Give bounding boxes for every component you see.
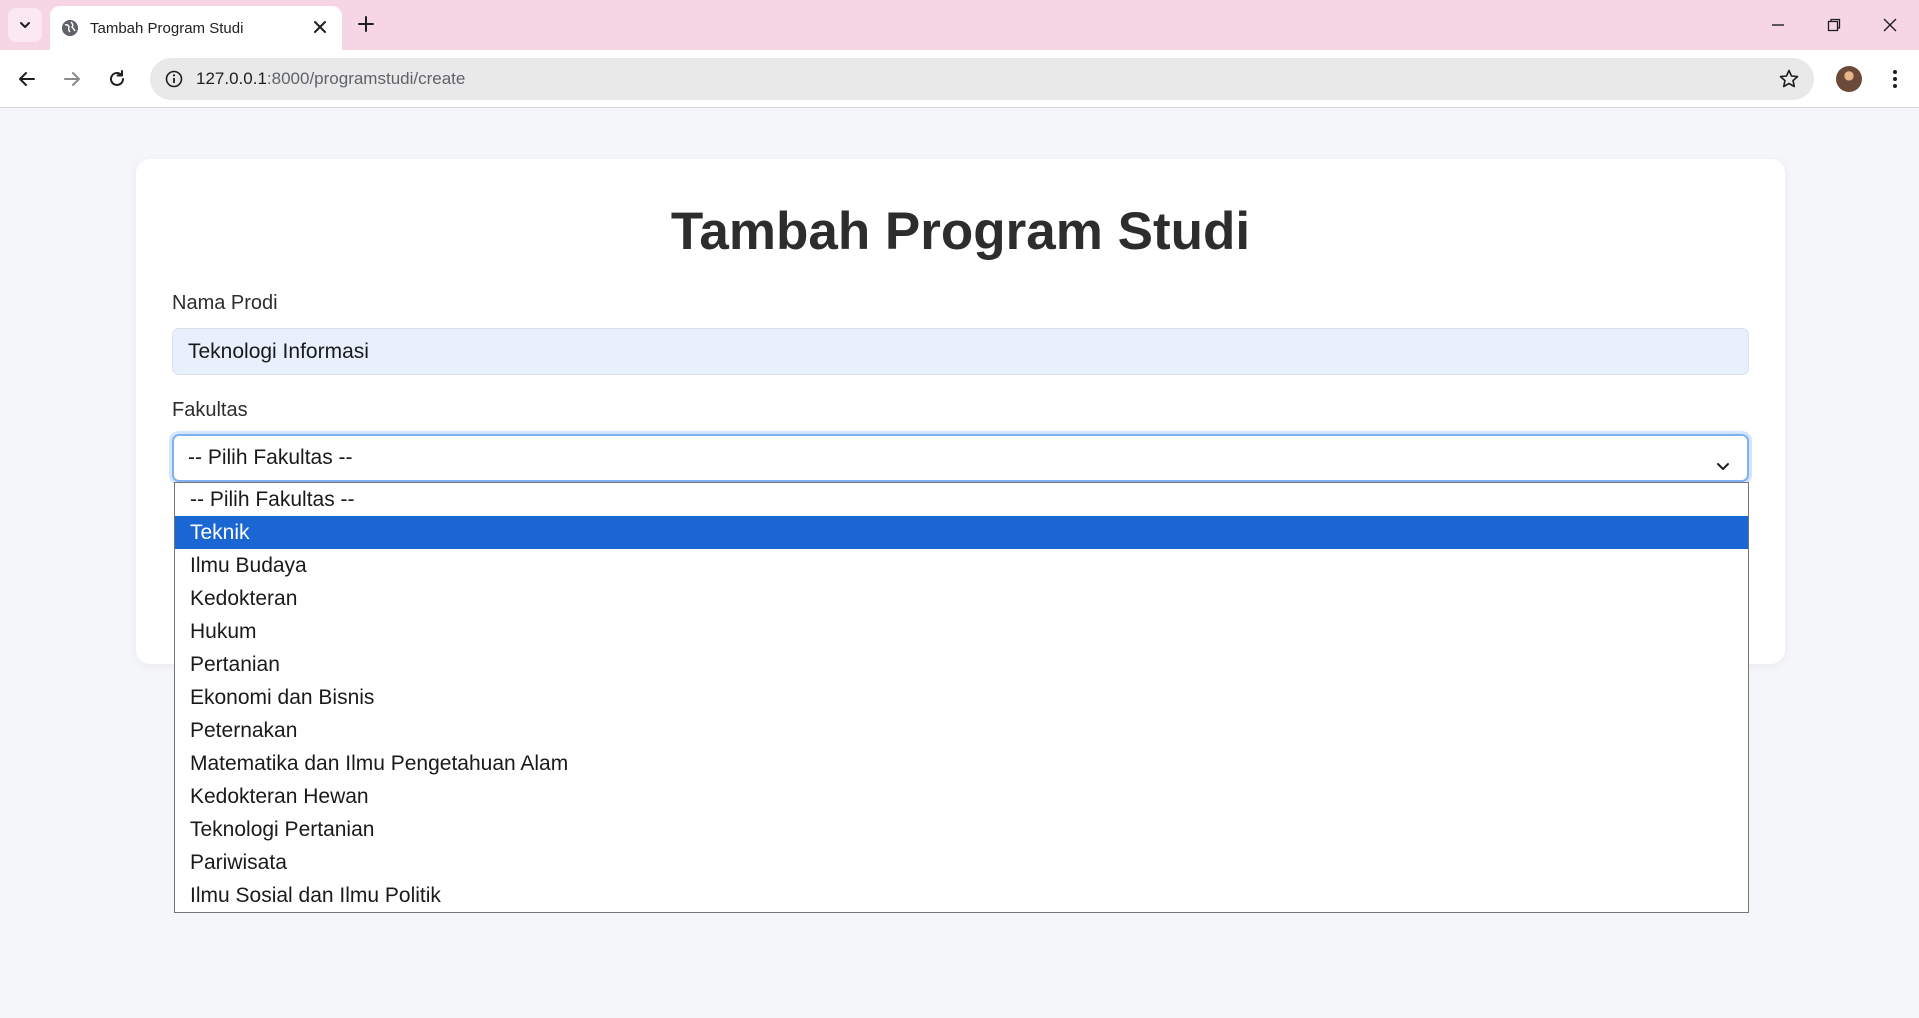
new-tab-button[interactable] <box>352 10 380 38</box>
minimize-button[interactable] <box>1750 0 1806 50</box>
close-icon <box>1883 18 1897 32</box>
url-text: 127.0.0.1:8000/programstudi/create <box>196 69 465 89</box>
dropdown-option[interactable]: Ekonomi dan Bisnis <box>175 681 1748 714</box>
restore-icon <box>1827 18 1841 32</box>
dropdown-option[interactable]: Pertanian <box>175 648 1748 681</box>
minimize-icon <box>1772 24 1784 26</box>
reload-icon <box>110 70 124 86</box>
info-icon[interactable] <box>164 69 184 89</box>
dropdown-option[interactable]: Matematika dan Ilmu Pengetahuan Alam <box>175 747 1748 780</box>
url-path: :8000/programstudi/create <box>266 69 466 88</box>
arrow-left-icon <box>19 72 35 86</box>
chevron-down-icon <box>20 22 30 28</box>
dropdown-option[interactable]: Kedokteran Hewan <box>175 780 1748 813</box>
tab-title: Tambah Program Studi <box>90 19 244 37</box>
restore-button[interactable] <box>1806 0 1862 50</box>
chevron-down-icon <box>1713 448 1733 470</box>
dropdown-option[interactable]: -- Pilih Fakultas -- <box>175 483 1748 516</box>
close-icon[interactable] <box>310 18 330 38</box>
tab-strip: Tambah Program Studi <box>0 0 1919 50</box>
profile-avatar[interactable] <box>1836 66 1862 92</box>
fakultas-select-value: -- Pilih Fakultas -- <box>188 446 353 469</box>
dropdown-option[interactable]: Hukum <box>175 615 1748 648</box>
fakultas-label: Fakultas <box>172 399 248 421</box>
nama-prodi-label: Nama Prodi <box>172 292 278 314</box>
dropdown-option[interactable]: Ilmu Sosial dan Ilmu Politik <box>175 879 1748 912</box>
back-button[interactable] <box>9 61 45 97</box>
reload-button[interactable] <box>99 61 135 97</box>
dropdown-option[interactable]: Teknik <box>175 516 1748 549</box>
close-window-button[interactable] <box>1862 0 1918 50</box>
dropdown-option[interactable]: Ilmu Budaya <box>175 549 1748 582</box>
star-icon[interactable] <box>1778 68 1800 90</box>
kebab-icon[interactable] <box>1880 64 1910 94</box>
dropdown-option[interactable]: Peternakan <box>175 714 1748 747</box>
url-host: 127.0.0.1 <box>196 69 267 88</box>
dropdown-option[interactable]: Teknologi Pertanian <box>175 813 1748 846</box>
tab-search-button[interactable] <box>8 8 42 42</box>
arrow-right-icon <box>64 72 80 86</box>
dropdown-option[interactable]: Pariwisata <box>175 846 1748 879</box>
browser-tab[interactable]: Tambah Program Studi <box>50 6 342 50</box>
address-bar[interactable]: 127.0.0.1:8000/programstudi/create <box>150 58 1814 100</box>
browser-toolbar: 127.0.0.1:8000/programstudi/create <box>0 50 1919 108</box>
nama-prodi-input[interactable]: Teknologi Informasi <box>172 328 1749 375</box>
globe-icon <box>62 20 78 36</box>
fakultas-dropdown-list: -- Pilih Fakultas -- Teknik Ilmu Budaya … <box>174 482 1749 913</box>
page-title: Tambah Program Studi <box>670 202 1251 261</box>
plus-icon <box>358 16 374 32</box>
forward-button[interactable] <box>54 61 90 97</box>
fakultas-select[interactable]: -- Pilih Fakultas -- <box>172 434 1749 482</box>
dropdown-option[interactable]: Kedokteran <box>175 582 1748 615</box>
